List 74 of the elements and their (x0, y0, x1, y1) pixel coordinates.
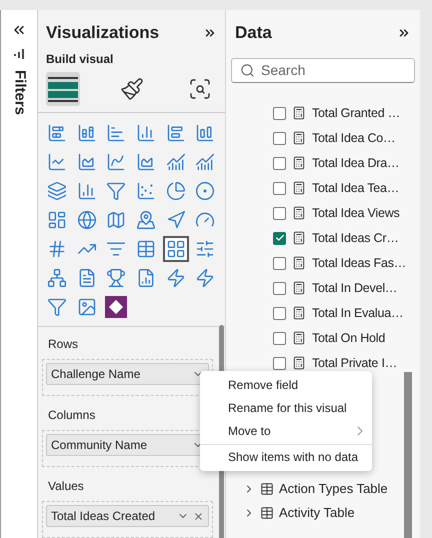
field-item[interactable]: Total Ideas Fas… (273, 250, 420, 276)
field-name: Total Idea Tea… (312, 180, 400, 197)
field-item[interactable]: Total In Devel… (273, 276, 420, 300)
menu-item[interactable]: Show items with no data (200, 444, 372, 469)
field-name: Community Name (51, 437, 148, 454)
section-title: Build visual (45, 50, 114, 68)
menu-item[interactable]: Rename for this visual (200, 396, 372, 419)
calculator-icon (292, 231, 306, 245)
calculator-icon (292, 331, 306, 345)
field-item[interactable]: Total On Hold (273, 326, 420, 350)
field-pill[interactable]: Total Ideas Created (46, 505, 209, 527)
field-name: Challenge Name (51, 366, 142, 383)
field-item[interactable]: Total Idea Views (273, 200, 420, 226)
checkbox[interactable] (273, 206, 286, 220)
table-icon (260, 506, 274, 520)
well-label: Values (47, 478, 85, 495)
field-item[interactable]: Total Idea Co… (273, 126, 420, 150)
field-name: Total Idea Views (312, 204, 400, 222)
field-item[interactable]: Total In Evalua… (273, 300, 420, 326)
table-item[interactable]: Action Types Table (243, 476, 420, 500)
field-name: Total In Evalua… (312, 304, 404, 322)
field-name: Total Ideas Created (51, 508, 156, 525)
checkbox[interactable] (273, 132, 286, 144)
calculator-icon (292, 106, 306, 120)
search-placeholder: Search (261, 60, 306, 80)
drop-zone[interactable]: Total Ideas Created (42, 501, 213, 538)
well-label: Columns (47, 407, 96, 424)
checkbox[interactable] (273, 306, 286, 320)
table-item[interactable]: Activity Table (243, 500, 420, 524)
field-pill[interactable]: Challenge Name (46, 363, 209, 385)
calculator-icon (292, 131, 306, 145)
close-icon[interactable] (193, 510, 204, 522)
pane-title: Visualizations (46, 22, 160, 44)
field-name: Total Idea Co… (312, 130, 396, 147)
field-item[interactable]: Total Ideas Cr… (273, 226, 420, 250)
table-name: Activity Table (279, 504, 355, 522)
calculator-icon (292, 256, 306, 270)
field-name: Total Ideas Cr… (312, 230, 399, 247)
calculator-icon (292, 156, 306, 170)
calculator-icon (292, 181, 306, 195)
table-name: Action Types Table (279, 480, 388, 498)
calculator-icon (292, 356, 306, 370)
search-icon (240, 62, 255, 78)
pane-title: Data (235, 22, 272, 44)
field-name: Total On Hold (312, 330, 386, 347)
field-name: Total In Devel… (312, 280, 398, 297)
checkbox[interactable] (273, 232, 286, 244)
calculator-icon (292, 281, 306, 295)
filter-bars-icon (13, 48, 25, 60)
search-field[interactable]: Search (231, 58, 415, 82)
calculator-icon (292, 306, 306, 320)
field-name: Total Idea Dra… (312, 154, 400, 172)
checkbox[interactable] (273, 256, 286, 270)
field-name: Total Ideas Fas… (312, 254, 406, 272)
checkbox[interactable] (273, 356, 286, 370)
field-item[interactable]: Total Idea Tea… (273, 176, 420, 200)
field-name: Total Private I… (312, 354, 398, 372)
checkbox[interactable] (273, 332, 286, 344)
app-tile-icon[interactable] (105, 296, 128, 318)
filters-title[interactable]: Filters (8, 70, 30, 116)
field-item[interactable]: Total Granted … (273, 100, 420, 126)
checkbox[interactable] (273, 182, 286, 194)
field-item[interactable]: Total Private I… (273, 350, 420, 376)
field-name: Total Granted … (312, 104, 400, 122)
field-item[interactable]: Total Idea Dra… (273, 150, 420, 176)
checkbox[interactable] (273, 282, 286, 294)
table-icon (260, 482, 274, 496)
calculator-icon (292, 206, 306, 220)
checkbox[interactable] (273, 106, 286, 120)
checkbox[interactable] (273, 156, 286, 170)
scrollbar-thumb[interactable] (404, 372, 412, 538)
well-label: Rows (47, 336, 80, 353)
table-fields-icon[interactable] (46, 72, 80, 106)
drop-zone[interactable]: Challenge Name (42, 359, 213, 396)
